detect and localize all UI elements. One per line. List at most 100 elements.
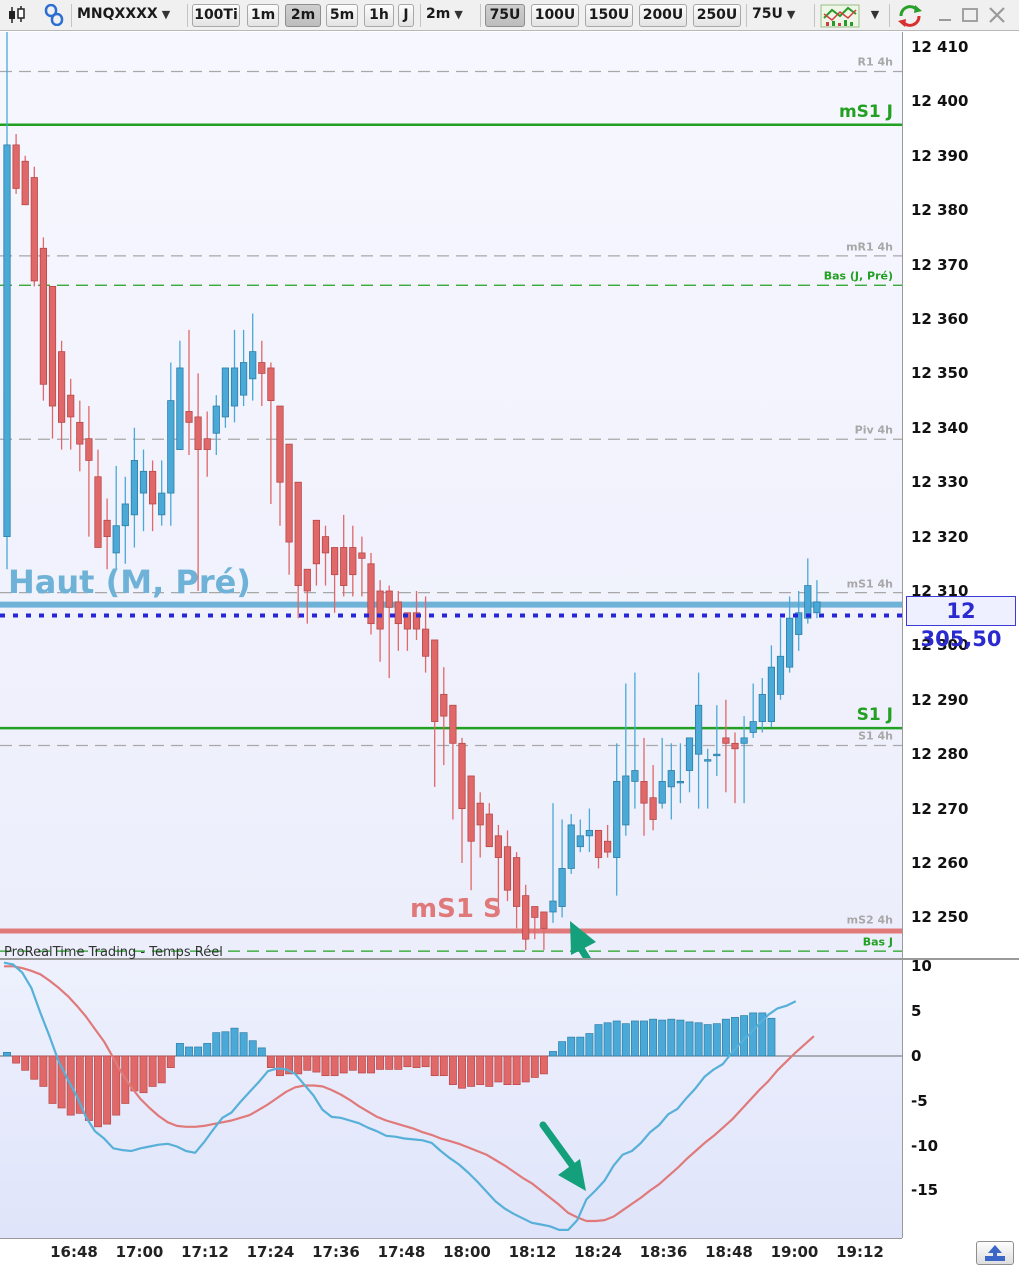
- indicator-tick-label: -5: [911, 1091, 928, 1110]
- candle-body: [622, 775, 630, 826]
- indicator-axis[interactable]: 10 5 0 -5 -10 -15: [902, 957, 1019, 1238]
- symbol-selector[interactable]: MNQXXXX ▼: [77, 4, 182, 27]
- candle: [21, 155, 29, 206]
- candle-body: [112, 525, 120, 554]
- candle-body: [676, 781, 685, 784]
- candle: [558, 819, 566, 918]
- histogram-bar: [239, 1032, 248, 1057]
- timeframe-1m-button[interactable]: 1m: [247, 4, 279, 27]
- histogram-bar: [412, 1055, 421, 1068]
- histogram-bar: [30, 1055, 39, 1080]
- macd-indicator-pane[interactable]: [0, 960, 902, 1238]
- histogram-bar: [48, 1055, 57, 1104]
- close-icon[interactable]: [986, 4, 1008, 27]
- candle-body: [485, 813, 493, 848]
- candle: [786, 596, 794, 673]
- time-tick-label: 17:24: [246, 1243, 295, 1261]
- histogram-bar: [521, 1055, 530, 1083]
- unit-75u-button[interactable]: 75U: [485, 4, 525, 27]
- candle-body: [94, 476, 102, 548]
- candle: [212, 395, 220, 455]
- timeframe-2m-button[interactable]: 2m: [285, 4, 321, 27]
- candle: [431, 639, 439, 787]
- candle-body: [376, 590, 384, 630]
- chevron-down-icon[interactable]: ▼: [866, 4, 884, 27]
- price-tick-label: 12 330: [911, 473, 969, 492]
- histogram-bar: [649, 1018, 658, 1057]
- refresh-icon[interactable]: [895, 4, 925, 27]
- candle: [148, 460, 157, 532]
- indicator-tick-label: 10: [911, 957, 932, 976]
- candle-body: [713, 753, 721, 757]
- candle-body: [704, 759, 712, 762]
- maximize-icon[interactable]: [960, 4, 980, 27]
- histogram-bar: [676, 1019, 685, 1057]
- candle-body: [458, 742, 466, 810]
- tick-interval-button[interactable]: 100Ti: [192, 4, 240, 27]
- level-label: mS1 J: [838, 101, 893, 122]
- unit-200u-button[interactable]: 200U: [639, 4, 687, 27]
- candle: [503, 830, 512, 902]
- candle-body: [30, 177, 38, 282]
- candle-body: [249, 351, 257, 380]
- chart-toolbar: MNQXXXX ▼ 100Ti 1m 2m 5m 1h J 2m ▼ 75U 100…: [0, 0, 1019, 31]
- price-chart-pane[interactable]: R1 4h mS1 J mR1 4h Bas (J, Pré) Piv 4h mS1 4h…: [0, 32, 902, 958]
- candle: [795, 591, 803, 651]
- candle-body: [749, 721, 757, 733]
- timeframe-1h-button[interactable]: 1h: [364, 4, 394, 27]
- level-label: Bas J: [862, 935, 893, 949]
- candle-body: [3, 144, 11, 537]
- candle-body: [549, 900, 557, 913]
- candle-body: [503, 846, 512, 891]
- candle-body: [148, 470, 157, 505]
- link-chain-icon[interactable]: [40, 3, 68, 27]
- histogram-bar: [330, 1055, 339, 1077]
- units-select[interactable]: 75U ▼: [752, 4, 810, 27]
- minimize-icon[interactable]: [935, 4, 955, 27]
- candle: [385, 585, 393, 679]
- histogram-bar: [685, 1021, 694, 1057]
- level-label: S1 4h: [858, 729, 893, 743]
- candle: [749, 683, 757, 738]
- scroll-to-latest-button[interactable]: [976, 1241, 1014, 1265]
- candle-body: [467, 775, 475, 842]
- indicator-tick-label: 0: [911, 1046, 922, 1065]
- time-tick-label: 19:00: [770, 1243, 819, 1261]
- timeframe-day-button[interactable]: J: [398, 4, 414, 27]
- candle: [576, 819, 584, 853]
- candle: [613, 743, 621, 896]
- unit-150u-button[interactable]: 150U: [585, 4, 633, 27]
- histogram-bar: [175, 1043, 184, 1057]
- time-axis[interactable]: 16:48 17:00 17:12 17:24 17:36 17:48 18:00 18:12…: [0, 1238, 902, 1268]
- histogram-bar: [94, 1055, 102, 1128]
- price-axis[interactable]: 12 410 12 400 12 390 12 380 12 370 12 360 12 3…: [902, 32, 1019, 958]
- candle-body: [121, 503, 129, 527]
- unit-100u-button[interactable]: 100U: [531, 4, 579, 27]
- candle: [367, 552, 375, 635]
- histogram-bar: [166, 1055, 175, 1068]
- level-label: mS2 4h: [846, 913, 893, 927]
- candle: [622, 683, 630, 836]
- candle-body: [212, 405, 220, 434]
- candle: [130, 427, 138, 548]
- candle: [276, 405, 284, 526]
- candle-body: [285, 443, 293, 543]
- interval-select[interactable]: 2m ▼: [426, 4, 476, 27]
- histogram-bar: [549, 1051, 557, 1057]
- candle-body: [786, 617, 794, 668]
- histogram-bar: [276, 1055, 284, 1077]
- histogram-bar: [248, 1040, 257, 1057]
- histogram-bar: [339, 1055, 348, 1074]
- candlestick-type-icon[interactable]: [5, 4, 29, 27]
- timeframe-5m-button[interactable]: 5m: [326, 4, 358, 27]
- time-tick-label: 17:36: [312, 1243, 360, 1261]
- unit-250u-button[interactable]: 250U: [693, 4, 741, 27]
- arrow-shaft: [539, 1121, 576, 1169]
- indicators-chart-icon[interactable]: [820, 4, 860, 28]
- candle-body: [303, 568, 311, 592]
- histogram-bar: [321, 1055, 330, 1077]
- candle-body: [695, 704, 703, 755]
- candle: [239, 329, 248, 407]
- histogram-bar: [585, 1033, 594, 1057]
- candle-body: [76, 421, 84, 445]
